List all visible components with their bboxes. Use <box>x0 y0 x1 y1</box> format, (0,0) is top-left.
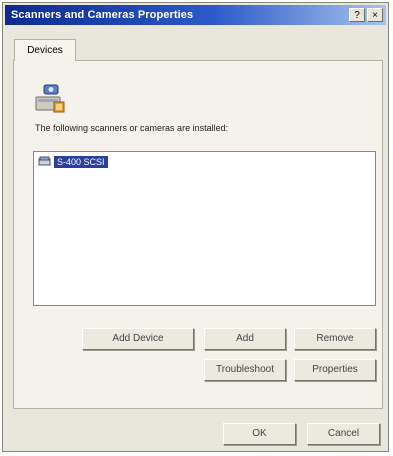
devices-panel: The following scanners or cameras are in… <box>13 60 383 409</box>
ok-button[interactable]: OK <box>223 423 296 445</box>
add-button[interactable]: Add <box>204 328 286 350</box>
list-item[interactable]: S-400 SCSI <box>38 155 108 168</box>
title-bar-buttons: ? × <box>349 8 383 22</box>
add-device-button[interactable]: Add Device <box>82 328 194 350</box>
window-title: Scanners and Cameras Properties <box>11 9 194 21</box>
installed-devices-label: The following scanners or cameras are in… <box>35 123 229 133</box>
close-button[interactable]: × <box>367 8 383 22</box>
troubleshoot-button[interactable]: Troubleshoot <box>204 359 286 381</box>
scanner-camera-icon <box>35 84 65 113</box>
cancel-button[interactable]: Cancel <box>307 423 380 445</box>
device-list[interactable]: S-400 SCSI <box>33 151 376 306</box>
properties-button[interactable]: Properties <box>294 359 376 381</box>
tab-devices[interactable]: Devices <box>14 39 76 61</box>
help-button[interactable]: ? <box>349 8 365 22</box>
title-bar[interactable]: Scanners and Cameras Properties ? × <box>5 5 386 25</box>
device-label: S-400 SCSI <box>54 155 108 168</box>
remove-button[interactable]: Remove <box>294 328 376 350</box>
properties-dialog: Scanners and Cameras Properties ? × Devi… <box>2 2 389 452</box>
scanner-icon <box>38 156 51 166</box>
